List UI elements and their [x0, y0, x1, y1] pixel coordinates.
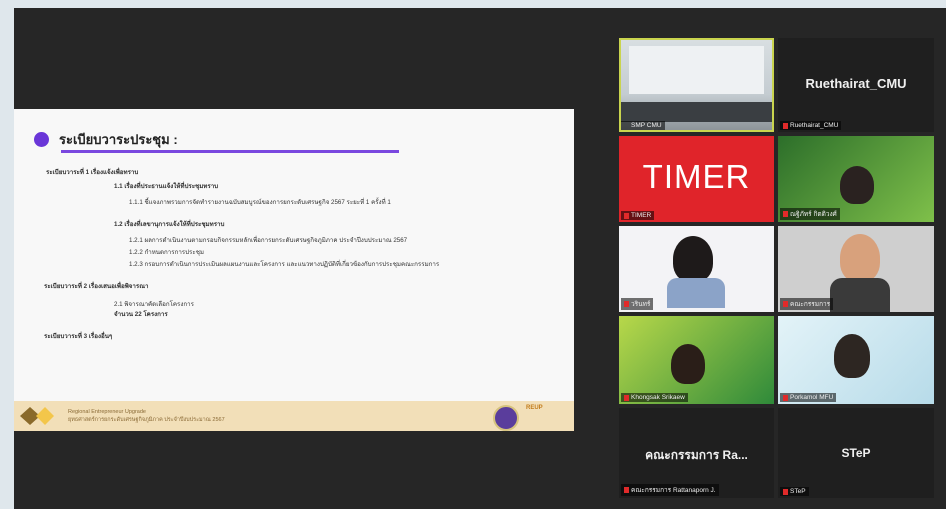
slide-title-row: ระเบียบวาระประชุม :	[34, 129, 178, 150]
participant-video-person	[840, 234, 880, 282]
participant-tile[interactable]: คณะกรรมการ	[778, 226, 934, 312]
mic-off-icon	[624, 394, 629, 401]
participant-name-text: Khongsak Srikaew	[631, 394, 685, 401]
participant-name-label: Khongsak Srikaew	[621, 393, 688, 402]
footer-text: Regional Entrepreneur Upgrade ยุทธศาสตร์…	[68, 408, 225, 424]
participant-name-label: SMP CMU	[621, 121, 665, 130]
agenda-item: 2.1 พิจารณาคัดเลือกโครงการ	[114, 301, 194, 308]
agenda-item: ระเบียบวาระที่ 1 เรื่องแจ้งเพื่อทราบ	[46, 169, 139, 176]
participant-display-name: Ruethairat_CMU	[805, 76, 907, 91]
slide-title: ระเบียบวาระประชุม :	[59, 132, 178, 147]
participant-tile[interactable]: ณฐิภัทร์ กิตติวงศ์	[778, 136, 934, 222]
participant-video-person	[834, 334, 870, 378]
meeting-table	[619, 102, 774, 122]
agenda-item: 1.2.3 กรอบการดำเนินการประเมินผลแผนงานและ…	[129, 261, 440, 268]
mic-off-icon	[624, 212, 629, 219]
agenda-item: 1.2.2 กำหนดการการประชุม	[129, 249, 204, 256]
agenda-item: 1.2 เรื่องที่เลขานุการแจ้งให้ที่ประชุมทร…	[114, 221, 225, 228]
participant-name-label: วรินทร์	[621, 298, 654, 310]
participant-tile[interactable]: Porkamol MFU	[778, 316, 934, 404]
agenda-item: 1.2.1 ผลการดำเนินงานตามกรอบกิจกรรมหลักเพ…	[129, 237, 408, 244]
participant-video-body	[667, 278, 725, 308]
purple-bullet-icon	[34, 132, 49, 147]
reup-diamond-logo-icon	[36, 407, 54, 425]
participant-name-text: SMP CMU	[631, 122, 662, 129]
agenda-item: 1.1 เรื่องที่ประธานแจ้งให้ที่ประชุมทราบ	[114, 183, 219, 190]
participant-display-name: STeP	[841, 446, 871, 460]
participant-name-text: วรินทร์	[631, 301, 651, 308]
meeting-window: ระเบียบวาระประชุม : ระเบียบวาระที่ 1 เรื…	[14, 8, 946, 509]
mic-off-icon	[783, 211, 788, 217]
agenda-item: ระเบียบวาระที่ 2 เรื่องเสนอเพื่อพิจารณา	[44, 283, 149, 290]
agenda-item: ระเบียบวาระที่ 3 เรื่องอื่นๆ	[44, 333, 113, 340]
mic-off-icon	[624, 301, 629, 307]
agenda-item: จำนวน 22 โครงการ	[114, 311, 168, 318]
timer-display: TIMER	[642, 158, 751, 195]
mic-off-icon	[783, 394, 788, 401]
mic-off-icon	[783, 301, 788, 307]
participant-name-text: คณะกรรมการ	[790, 301, 831, 308]
participant-name-text: Porkamol MFU	[790, 394, 834, 401]
participant-display-name: คณะกรรมการ Ra...	[645, 448, 748, 462]
participant-tile[interactable]: TIMER TIMER	[619, 136, 774, 222]
projector-screen	[629, 46, 764, 94]
participant-name-text: คณะกรรมการ Rattanaporn J.	[631, 487, 716, 494]
participant-name-label: คณะกรรมการ Rattanaporn J.	[621, 484, 719, 496]
participant-name-text: Ruethairat_CMU	[790, 122, 839, 129]
footer-brand-logo: REUP	[526, 405, 543, 411]
mic-off-icon	[783, 488, 788, 495]
participant-name-label: ณฐิภัทร์ กิตติวงศ์	[780, 208, 840, 220]
participant-video-body	[830, 278, 890, 312]
shared-screen[interactable]: ระเบียบวาระประชุม : ระเบียบวาระที่ 1 เรื…	[14, 109, 574, 431]
participant-tile[interactable]: Ruethairat_CMU Ruethairat_CMU	[778, 38, 934, 132]
footer-line-1: Regional Entrepreneur Upgrade	[68, 409, 146, 415]
footer-line-2: ยุทธศาสตร์การยกระดับเศรษฐกิจภูมิภาค ประจ…	[68, 417, 225, 423]
participant-tile[interactable]: SMP CMU	[619, 38, 774, 132]
participant-video-person	[671, 344, 705, 384]
participant-name-label: Porkamol MFU	[780, 393, 837, 402]
participant-tile[interactable]: คณะกรรมการ Ra... คณะกรรมการ Rattanaporn …	[619, 408, 774, 498]
participant-video-person	[673, 236, 713, 282]
participant-name-label: คณะกรรมการ	[780, 298, 834, 310]
agenda-item: 1.1.1 ชี้แจงภาพรวมการจัดทำรายงานฉบับสมบู…	[129, 199, 391, 206]
title-underline	[61, 150, 399, 153]
participant-name-text: ณฐิภัทร์ กิตติวงศ์	[790, 211, 837, 218]
mic-off-icon	[624, 487, 629, 493]
participant-tile[interactable]: STeP STeP	[778, 408, 934, 498]
participant-tile[interactable]: Khongsak Srikaew	[619, 316, 774, 404]
participant-name-label: Ruethairat_CMU	[780, 121, 842, 130]
university-seal-icon	[493, 405, 519, 431]
mic-off-icon	[783, 122, 788, 129]
participant-tile[interactable]: วรินทร์	[619, 226, 774, 312]
participant-name-text: STeP	[790, 488, 806, 495]
participant-name-text: TIMER	[631, 212, 652, 219]
slide-footer: Regional Entrepreneur Upgrade ยุทธศาสตร์…	[14, 401, 574, 431]
participant-name-label: STeP	[780, 487, 809, 496]
participant-video-person	[840, 166, 874, 204]
participant-name-label: TIMER	[621, 211, 655, 220]
